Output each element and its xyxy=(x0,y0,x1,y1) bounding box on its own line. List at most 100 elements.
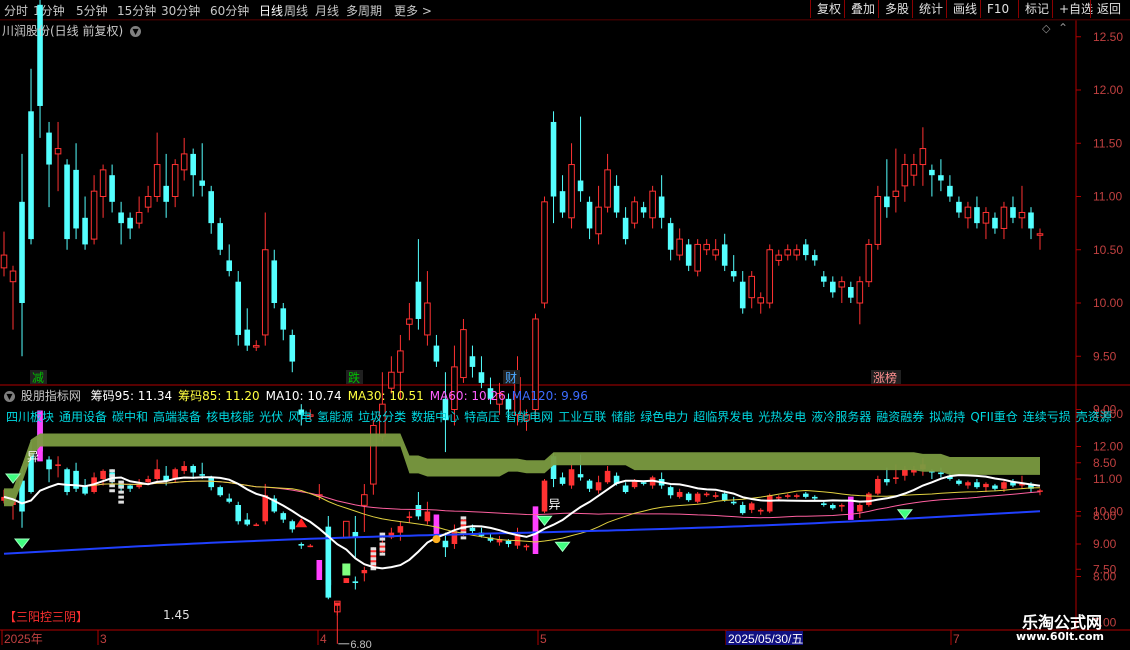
ind-candle xyxy=(694,493,701,502)
candle xyxy=(793,249,801,256)
candle xyxy=(848,287,854,298)
ind-candle xyxy=(757,509,764,512)
candle xyxy=(982,211,990,224)
candle xyxy=(929,169,935,176)
down-diamond-signal xyxy=(536,515,553,527)
ind-candle xyxy=(586,480,593,489)
ind-candle xyxy=(938,472,944,475)
board-tag-6[interactable]: 风电 xyxy=(288,410,312,424)
price-tick-label: 10.50 xyxy=(1093,243,1123,257)
ind-candle xyxy=(523,545,530,548)
ma120-line xyxy=(3,510,1041,555)
ind-candle xyxy=(397,526,404,533)
board-tag-13[interactable]: 储能 xyxy=(611,410,635,424)
candle xyxy=(640,207,647,213)
board-tag-20[interactable]: QFII重仓 xyxy=(970,410,1017,424)
price-tick-label: 8.50 xyxy=(1093,456,1117,470)
price-tick-label: 12.50 xyxy=(1093,30,1123,44)
candle xyxy=(1000,206,1008,229)
candle xyxy=(775,254,783,261)
board-tag-8[interactable]: 垃圾分类 xyxy=(358,410,406,424)
stock-title-bar: 川润股份(日线 前复权) ▼ xyxy=(2,22,142,39)
board-tag-16[interactable]: 光热发电 xyxy=(758,410,806,424)
ind-candle xyxy=(721,493,728,501)
ind-candle xyxy=(226,498,233,502)
ind-candle xyxy=(811,496,818,499)
ind-candle xyxy=(505,540,512,544)
candle xyxy=(163,185,169,202)
ind-candle xyxy=(55,464,61,466)
board-tag-19[interactable]: 拟减持 xyxy=(929,410,965,424)
down-diamond-signal xyxy=(896,509,913,520)
candle xyxy=(226,260,233,272)
kline-chart[interactable]: 13.0012.5012.0011.5011.0010.5010.009.509… xyxy=(0,0,1130,650)
ind-tick-label: 8.00 xyxy=(1093,570,1117,584)
candle xyxy=(992,217,998,229)
candle xyxy=(541,201,548,304)
board-tag-10[interactable]: 特高压 xyxy=(464,410,500,424)
candle xyxy=(1010,207,1016,218)
board-tag-7[interactable]: 氢能源 xyxy=(317,410,353,424)
ind-candle xyxy=(361,570,368,574)
indicator-value-4: MA60: 10.26 xyxy=(429,389,506,403)
chevron-down-icon[interactable]: ▼ xyxy=(4,391,15,402)
candle xyxy=(217,223,224,250)
board-tag-14[interactable]: 绿色电力 xyxy=(640,410,688,424)
chevron-down-icon[interactable]: ▼ xyxy=(130,26,142,37)
candle xyxy=(82,217,88,245)
board-tag-21[interactable]: 连续亏损 xyxy=(1023,410,1071,424)
candle xyxy=(208,191,214,224)
board-tag-9[interactable]: 数据中心 xyxy=(411,410,459,424)
striped-candle xyxy=(460,536,467,540)
striped-candle xyxy=(118,480,124,484)
board-tag-2[interactable]: 碳中和 xyxy=(112,410,148,424)
chevron-up-icon[interactable]: ⌃ xyxy=(1058,21,1068,35)
striped-candle xyxy=(109,484,115,488)
yi-signal: 异 xyxy=(27,450,39,464)
board-tag-0[interactable]: 四川板块 xyxy=(6,410,54,424)
ind-candle xyxy=(875,479,881,494)
ind-candle xyxy=(181,466,187,471)
striped-candle xyxy=(370,552,377,556)
event-tag-3: 涨榜 xyxy=(873,370,897,385)
board-tag-4[interactable]: 核电核能 xyxy=(206,410,254,424)
candle xyxy=(892,190,900,198)
stock-title: 川润股份(日线 前复权) xyxy=(2,24,124,38)
striped-candle xyxy=(109,489,115,493)
ind-candle xyxy=(577,474,584,478)
board-tag-3[interactable]: 高端装备 xyxy=(153,410,201,424)
indicator-name[interactable]: 股朋指标网 xyxy=(21,389,81,403)
board-tag-12[interactable]: 工业互联 xyxy=(558,410,606,424)
ind-tick-label: 12.00 xyxy=(1093,440,1123,454)
candle xyxy=(271,260,278,303)
ma10-line xyxy=(3,474,1041,570)
diamond-icon[interactable]: ◇ xyxy=(1042,22,1050,35)
board-tag-11[interactable]: 智能电网 xyxy=(505,410,553,424)
board-tag-17[interactable]: 液冷服务器 xyxy=(811,410,871,424)
ind-candle xyxy=(866,493,872,505)
board-tag-18[interactable]: 融资融券 xyxy=(876,410,924,424)
candle xyxy=(343,520,350,538)
ind-candle xyxy=(442,540,449,548)
candle xyxy=(118,212,124,224)
ind-candle xyxy=(857,505,863,512)
down-diamond-signal xyxy=(554,541,571,553)
candle xyxy=(748,275,756,299)
board-tag-1[interactable]: 通用设备 xyxy=(59,410,107,424)
board-tag-22[interactable]: 壳资源 xyxy=(1076,410,1112,424)
candle xyxy=(153,164,161,198)
ind-candle xyxy=(307,545,314,548)
striped-candle xyxy=(118,485,124,489)
candle xyxy=(938,175,944,181)
candle xyxy=(252,345,260,348)
time-label-4: 2025/05/30/五 xyxy=(728,632,803,646)
candle xyxy=(820,276,827,282)
candle xyxy=(397,350,404,373)
candle xyxy=(433,345,440,362)
candle xyxy=(757,297,765,304)
board-tag-15[interactable]: 超临界发电 xyxy=(693,410,753,424)
candle xyxy=(784,249,792,256)
candle xyxy=(595,206,602,235)
candle xyxy=(1036,233,1044,236)
board-tag-5[interactable]: 光伏 xyxy=(259,410,283,424)
